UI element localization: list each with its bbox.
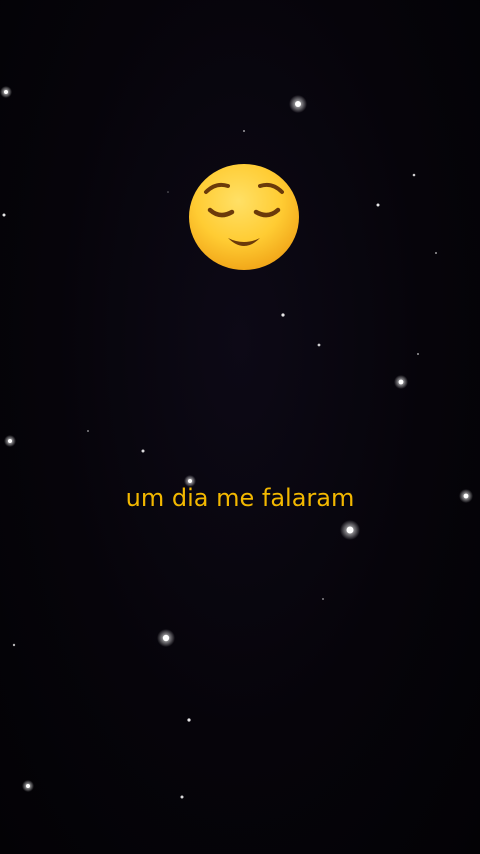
relieved-face-icon: [189, 164, 299, 270]
caption-text: um dia me falaram: [125, 484, 355, 512]
starfield-background: [0, 86, 473, 799]
emoji-face: [189, 164, 299, 270]
video-frame: um dia me falaram: [0, 0, 480, 854]
